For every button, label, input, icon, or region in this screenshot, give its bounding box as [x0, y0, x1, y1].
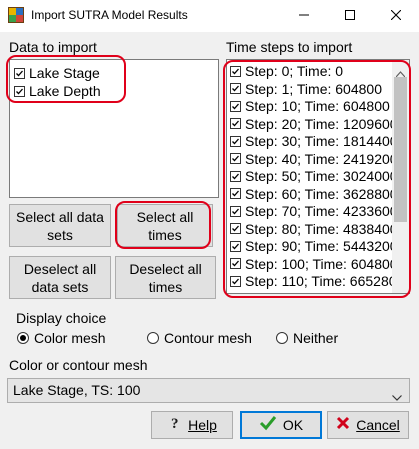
svg-text:?: ?: [171, 416, 179, 431]
deselect-all-data-sets-button[interactable]: Deselect all data sets: [9, 256, 111, 299]
time-step-label: Step: 70; Time: 4233600: [245, 203, 398, 219]
minimize-icon: [299, 7, 309, 25]
time-step-item[interactable]: Step: 80; Time: 4838400: [230, 220, 398, 238]
time-step-item[interactable]: Step: 60; Time: 3628800: [230, 185, 398, 203]
mesh-select-dropdown[interactable]: Lake Stage, TS: 100: [7, 378, 410, 403]
time-step-item[interactable]: Step: 100; Time: 6048000: [230, 255, 405, 273]
radio-unselected-icon[interactable]: [147, 332, 159, 344]
select-all-times-button[interactable]: Select all times: [117, 204, 213, 247]
radio-neither[interactable]: Neither: [276, 329, 338, 347]
time-step-item[interactable]: Step: 0; Time: 0: [230, 62, 343, 80]
radio-label: Neither: [293, 330, 339, 346]
radio-label: Contour mesh: [164, 330, 252, 346]
time-step-item[interactable]: Step: 1; Time: 604800: [230, 80, 382, 98]
time-step-label: Step: 10; Time: 604800: [245, 98, 390, 114]
checkbox-checked-icon[interactable]: [230, 275, 241, 287]
time-step-item[interactable]: Step: 30; Time: 1814400: [230, 132, 398, 150]
deselect-all-times-label: Deselect all times: [129, 260, 202, 295]
checkbox-checked-icon[interactable]: [14, 85, 25, 97]
mesh-select-label: Color or contour mesh: [9, 357, 148, 373]
data-to-import-label: Data to import: [9, 39, 97, 55]
close-icon: [390, 7, 402, 25]
time-step-item[interactable]: Step: 40; Time: 2419200: [230, 150, 398, 168]
time-step-item[interactable]: Step: 90; Time: 5443200: [230, 237, 398, 255]
title-bar: Import SUTRA Model Results: [0, 0, 419, 32]
time-step-label: Step: 0; Time: 0: [245, 63, 344, 79]
deselect-all-times-button[interactable]: Deselect all times: [115, 256, 216, 299]
time-step-label: Step: 60; Time: 3628800: [245, 185, 398, 202]
time-step-label: Step: 1; Time: 604800: [245, 80, 382, 97]
time-step-label: Step: 110; Time: 6652800: [245, 273, 405, 289]
checkbox-checked-icon[interactable]: [230, 153, 241, 164]
checkbox-checked-icon[interactable]: [230, 100, 241, 112]
time-step-item[interactable]: Step: 20; Time: 1209600: [230, 115, 398, 133]
select-all-data-sets-label: Select all data sets: [16, 208, 104, 243]
time-step-label: Step: 30; Time: 1814400: [245, 133, 398, 149]
checkbox-checked-icon[interactable]: [230, 65, 241, 77]
time-step-item[interactable]: Step: 50; Time: 3024000: [230, 167, 398, 185]
checkbox-checked-icon[interactable]: [230, 240, 241, 252]
close-button[interactable]: [373, 0, 419, 32]
checkbox-checked-icon[interactable]: [230, 223, 241, 234]
maximize-button[interactable]: [327, 0, 373, 32]
checkbox-checked-icon[interactable]: [230, 135, 241, 147]
radio-contour-mesh[interactable]: Contour mesh: [147, 329, 252, 347]
time-step-label: Step: 90; Time: 5443200: [245, 238, 398, 254]
checkbox-checked-icon[interactable]: [230, 170, 241, 182]
cancel-x-icon: [336, 416, 350, 434]
deselect-all-data-sets-label: Deselect all data sets: [23, 260, 97, 295]
radio-color-mesh[interactable]: Color mesh: [17, 329, 106, 347]
help-icon: ?: [167, 415, 183, 435]
select-all-data-sets-button[interactable]: Select all data sets: [9, 204, 111, 247]
time-steps-scrollbar[interactable]: [392, 60, 409, 293]
time-step-label: Step: 80; Time: 4838400: [245, 220, 398, 237]
window-title: Import SUTRA Model Results: [31, 8, 188, 22]
minimize-button[interactable]: [281, 0, 327, 32]
radio-selected-icon[interactable]: [17, 332, 29, 344]
data-set-item[interactable]: Lake Stage: [14, 64, 100, 82]
checkbox-checked-icon[interactable]: [14, 67, 25, 79]
cancel-label: Cancel: [356, 417, 400, 433]
time-steps-label: Time steps to import: [226, 39, 353, 55]
time-steps-list[interactable]: Step: 0; Time: 0 Step: 1; Time: 604800 Ste…: [226, 59, 410, 294]
data-set-item[interactable]: Lake Depth: [14, 82, 101, 100]
select-all-times-label: Select all times: [136, 208, 194, 243]
checkbox-checked-icon[interactable]: [230, 205, 241, 217]
cancel-button[interactable]: Cancel: [327, 411, 409, 439]
help-button[interactable]: ? Help: [151, 411, 233, 439]
checkmark-icon: [259, 415, 277, 435]
scroll-thumb[interactable]: [394, 77, 407, 222]
time-step-item[interactable]: Step: 10; Time: 604800: [230, 97, 390, 115]
app-icon: [8, 7, 24, 23]
data-sets-list[interactable]: Lake Stage Lake Depth: [9, 59, 219, 198]
maximize-icon: [345, 7, 355, 25]
time-step-label: Step: 40; Time: 2419200: [245, 150, 398, 167]
checkbox-checked-icon[interactable]: [230, 258, 241, 269]
display-choice-label: Display choice: [16, 310, 107, 326]
checkbox-checked-icon[interactable]: [230, 188, 241, 199]
time-step-label: Step: 50; Time: 3024000: [245, 168, 398, 184]
help-label: Help: [188, 417, 217, 433]
ok-label: OK: [282, 417, 304, 433]
mesh-select-value: Lake Stage, TS: 100: [13, 382, 141, 398]
ok-button[interactable]: OK: [240, 411, 322, 439]
time-step-label: Step: 20; Time: 1209600: [245, 115, 398, 132]
data-set-label: Lake Depth: [29, 83, 101, 99]
time-step-label: Step: 100; Time: 6048000: [245, 255, 406, 272]
chevron-down-icon: [392, 388, 402, 406]
time-step-item[interactable]: Step: 70; Time: 4233600: [230, 202, 398, 220]
checkbox-checked-icon[interactable]: [230, 118, 241, 129]
data-set-label: Lake Stage: [29, 65, 100, 81]
checkbox-checked-icon[interactable]: [230, 83, 241, 94]
radio-unselected-icon[interactable]: [276, 332, 288, 344]
time-step-item[interactable]: Step: 110; Time: 6652800: [230, 272, 404, 290]
radio-label: Color mesh: [34, 330, 106, 346]
